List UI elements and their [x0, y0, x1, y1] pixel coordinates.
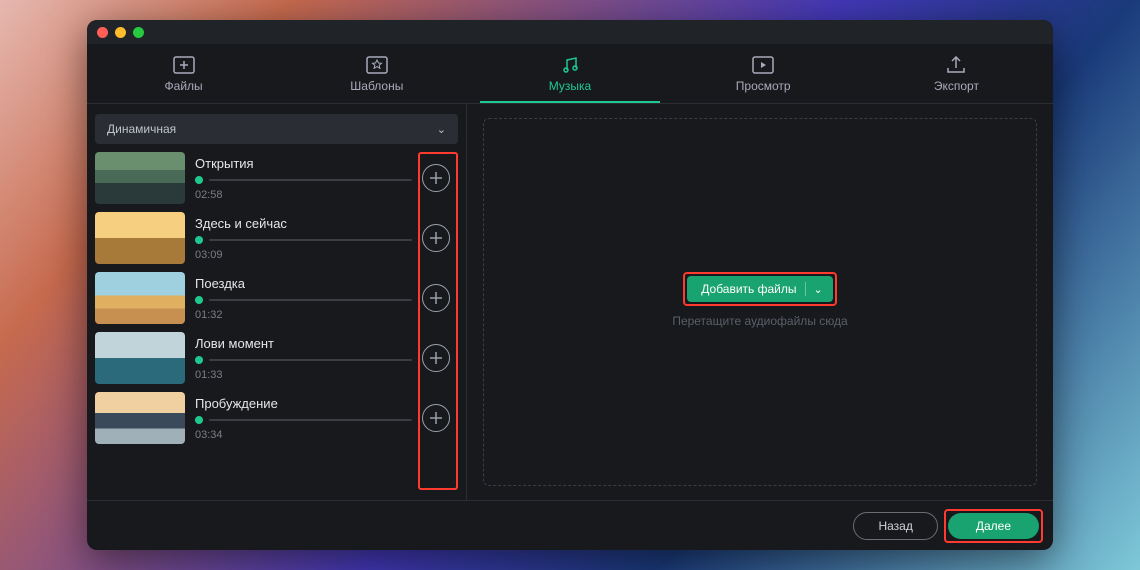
window-zoom-button[interactable] [133, 27, 144, 38]
add-track-button[interactable] [422, 164, 450, 192]
category-selected-label: Динамичная [107, 122, 176, 136]
track-row[interactable]: Поездка 01:32 [95, 272, 452, 324]
track-duration: 01:33 [195, 369, 412, 381]
track-thumbnail [95, 272, 185, 324]
add-files-button[interactable]: Добавить файлы ⌄ [687, 276, 832, 302]
top-tabs: Файлы Шаблоны Музыка Просмотр Экспорт [87, 44, 1053, 104]
next-wrapper: Далее [948, 513, 1039, 539]
tab-export[interactable]: Экспорт [860, 44, 1053, 103]
tab-music[interactable]: Музыка [473, 44, 666, 103]
track-seek-bar[interactable] [209, 299, 412, 301]
play-indicator-icon[interactable] [195, 416, 203, 424]
play-indicator-icon[interactable] [195, 296, 203, 304]
back-button[interactable]: Назад [853, 512, 937, 540]
export-icon [945, 55, 967, 75]
track-thumbnail [95, 392, 185, 444]
track-seek-bar[interactable] [209, 419, 412, 421]
chevron-down-icon: ⌄ [814, 283, 823, 296]
tab-templates[interactable]: Шаблоны [280, 44, 473, 103]
category-select[interactable]: Динамичная ⌄ [95, 114, 458, 144]
play-indicator-icon[interactable] [195, 356, 203, 364]
track-title: Пробуждение [195, 396, 412, 411]
track-duration: 03:09 [195, 249, 412, 261]
tracks-list[interactable]: Открытия 02:58 Здесь и сейчас 03:09 [95, 152, 458, 490]
right-panel: Добавить файлы ⌄ Перетащите аудиофайлы с… [467, 104, 1053, 500]
button-divider [805, 282, 806, 296]
track-info: Открытия 02:58 [195, 156, 412, 201]
track-seek-bar[interactable] [209, 359, 412, 361]
track-row[interactable]: Открытия 02:58 [95, 152, 452, 204]
play-rect-icon [752, 55, 774, 75]
add-track-button[interactable] [422, 404, 450, 432]
track-info: Лови момент 01:33 [195, 336, 412, 381]
track-title: Здесь и сейчас [195, 216, 412, 231]
track-row[interactable]: Здесь и сейчас 03:09 [95, 212, 452, 264]
add-track-button[interactable] [422, 284, 450, 312]
next-button[interactable]: Далее [948, 513, 1039, 539]
tab-label: Музыка [549, 79, 591, 93]
play-indicator-icon[interactable] [195, 176, 203, 184]
window-close-button[interactable] [97, 27, 108, 38]
window-minimize-button[interactable] [115, 27, 126, 38]
track-title: Поездка [195, 276, 412, 291]
app-window: Файлы Шаблоны Музыка Просмотр Экспорт [87, 20, 1053, 550]
track-thumbnail [95, 212, 185, 264]
chevron-down-icon: ⌄ [437, 123, 446, 136]
track-seek-bar[interactable] [209, 239, 412, 241]
audio-dropzone[interactable]: Добавить файлы ⌄ Перетащите аудиофайлы с… [483, 118, 1037, 486]
track-seek-bar[interactable] [209, 179, 412, 181]
titlebar [87, 20, 1053, 44]
track-thumbnail [95, 152, 185, 204]
track-info: Поездка 01:32 [195, 276, 412, 321]
add-files-label: Добавить файлы [701, 282, 796, 296]
track-row[interactable]: Пробуждение 03:34 [95, 392, 452, 444]
star-file-icon [366, 55, 388, 75]
dropzone-hint: Перетащите аудиофайлы сюда [672, 314, 847, 328]
track-info: Здесь и сейчас 03:09 [195, 216, 412, 261]
add-track-button[interactable] [422, 224, 450, 252]
left-panel: Динамичная ⌄ Открытия 02:58 [87, 104, 467, 500]
track-duration: 01:32 [195, 309, 412, 321]
track-title: Открытия [195, 156, 412, 171]
plus-file-icon [173, 55, 195, 75]
tab-label: Файлы [165, 79, 203, 93]
tab-files[interactable]: Файлы [87, 44, 280, 103]
play-indicator-icon[interactable] [195, 236, 203, 244]
tab-label: Экспорт [934, 79, 979, 93]
add-track-button[interactable] [422, 344, 450, 372]
tab-label: Просмотр [736, 79, 791, 93]
tracks-wrapper: Открытия 02:58 Здесь и сейчас 03:09 [95, 152, 458, 490]
footer: Назад Далее [87, 500, 1053, 550]
track-duration: 02:58 [195, 189, 412, 201]
track-row[interactable]: Лови момент 01:33 [95, 332, 452, 384]
music-note-icon [559, 55, 581, 75]
track-info: Пробуждение 03:34 [195, 396, 412, 441]
add-files-wrapper: Добавить файлы ⌄ [687, 276, 832, 302]
main-body: Динамичная ⌄ Открытия 02:58 [87, 104, 1053, 500]
track-thumbnail [95, 332, 185, 384]
tab-preview[interactable]: Просмотр [667, 44, 860, 103]
tab-label: Шаблоны [350, 79, 403, 93]
track-title: Лови момент [195, 336, 412, 351]
track-duration: 03:34 [195, 429, 412, 441]
